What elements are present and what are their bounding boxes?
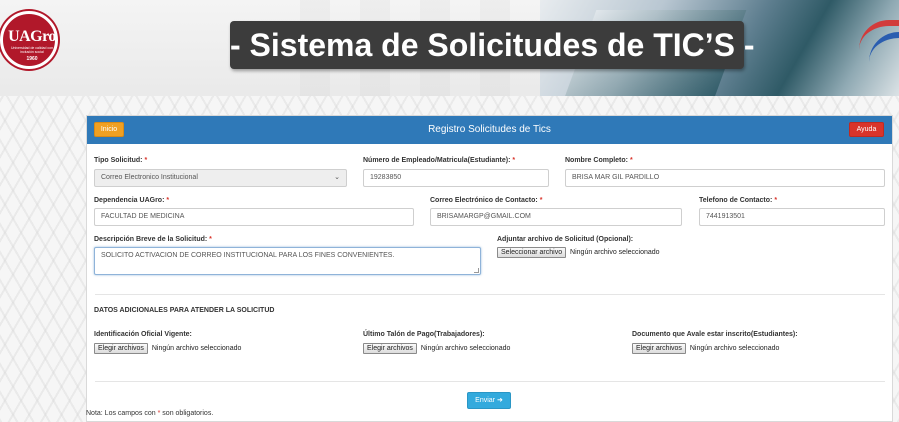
chevron-down-icon: ⌄ bbox=[334, 174, 340, 181]
inicio-button[interactable]: Inicio bbox=[94, 122, 124, 137]
documento-inscrito-label: Documento que Avale estar inscrito(Estud… bbox=[632, 331, 798, 338]
required-marker: * bbox=[539, 197, 543, 204]
numero-empleado-field[interactable]: 19283850 bbox=[363, 169, 549, 187]
enviar-button[interactable]: Enviar ➜ bbox=[467, 392, 511, 409]
logo-text: UAGro bbox=[8, 28, 56, 45]
descripcion-label: Descripción Breve de la Solicitud: * bbox=[94, 236, 212, 243]
required-marker: * bbox=[209, 236, 212, 243]
required-marker: * bbox=[144, 157, 148, 164]
nombre-completo-label: Nombre Completo: * bbox=[565, 157, 633, 164]
required-marker: * bbox=[629, 157, 633, 164]
arrow-right-icon: ➜ bbox=[496, 397, 503, 404]
nombre-completo-field[interactable]: BRISA MAR GIL PARDILLO bbox=[565, 169, 885, 187]
resize-grip-icon[interactable] bbox=[474, 268, 479, 273]
uagro-logo: UAGro Universidad de calidad con inclusi… bbox=[0, 11, 58, 69]
page-title: - Sistema de Solicitudes de TIC’S - bbox=[230, 21, 755, 69]
elegir-archivos-button[interactable]: Elegir archivos bbox=[363, 343, 417, 354]
file-status: Ningún archivo seleccionado bbox=[151, 345, 242, 352]
identificacion-file-input: Elegir archivos Ningún archivo seleccion… bbox=[94, 343, 241, 355]
file-status: Ningún archivo seleccionado bbox=[420, 345, 511, 352]
talon-pago-file-input: Elegir archivos Ningún archivo seleccion… bbox=[363, 343, 510, 355]
panel-title: Registro Solicitudes de Tics bbox=[428, 124, 551, 135]
descripcion-textarea[interactable]: SOLICITO ACTIVACION DE CORREO INSTITUCIO… bbox=[94, 247, 481, 275]
required-marker: * bbox=[157, 410, 161, 417]
tipo-solicitud-select[interactable]: Correo Electronico Institucional ⌄ bbox=[94, 169, 347, 187]
file-status: Ningún archivo seleccionado bbox=[570, 249, 660, 256]
elegir-archivos-button[interactable]: Elegir archivos bbox=[94, 343, 148, 354]
request-form-panel: Registro Solicitudes de Tics Inicio Ayud… bbox=[86, 115, 893, 422]
seleccionar-archivo-button[interactable]: Seleccionar archivo bbox=[497, 247, 567, 258]
required-fields-note: Nota: Los campos con * son obligatorios. bbox=[86, 410, 214, 417]
elegir-archivos-button[interactable]: Elegir archivos bbox=[632, 343, 686, 354]
file-status: Ningún archivo seleccionado bbox=[689, 345, 780, 352]
panel-header: Registro Solicitudes de Tics Inicio Ayud… bbox=[87, 116, 892, 144]
section-divider bbox=[95, 381, 885, 382]
header-banner: UAGro Universidad de calidad con inclusi… bbox=[0, 0, 899, 100]
tipo-solicitud-label: Tipo Solicitud: * bbox=[94, 157, 148, 164]
required-marker: * bbox=[166, 197, 170, 204]
logo-year: 1960 bbox=[26, 56, 38, 62]
adjunto-file-input: Seleccionar archivo Ningún archivo selec… bbox=[497, 247, 660, 259]
correo-contacto-label: Correo Electrónico de Contacto: * bbox=[430, 197, 543, 204]
numero-empleado-label: Número de Empleado/Matricula(Estudiante)… bbox=[363, 157, 516, 164]
correo-contacto-field[interactable]: BRISAMARGP@GMAIL.COM bbox=[430, 208, 682, 226]
section-divider bbox=[95, 294, 885, 295]
talon-pago-label: Último Talón de Pago(Trabajadores): bbox=[363, 331, 485, 338]
telefono-contacto-field[interactable]: 7441913501 bbox=[699, 208, 885, 226]
dependencia-field[interactable]: FACULTAD DE MEDICINA bbox=[94, 208, 414, 226]
adjunto-label: Adjuntar archivo de Solicitud (Opcional)… bbox=[497, 236, 634, 243]
logo-subtitle: Universidad de calidad con inclusión soc… bbox=[10, 46, 54, 54]
ayuda-button[interactable]: Ayuda bbox=[849, 122, 884, 137]
identificacion-label: Identificación Oficial Vigente: bbox=[94, 331, 192, 338]
dependencia-label: Dependencia UAGro: * bbox=[94, 197, 170, 204]
required-marker: * bbox=[774, 197, 778, 204]
additional-section-title: DATOS ADICIONALES PARA ATENDER LA SOLICI… bbox=[94, 307, 275, 314]
documento-inscrito-file-input: Elegir archivos Ningún archivo seleccion… bbox=[632, 343, 779, 355]
required-marker: * bbox=[512, 157, 516, 164]
telefono-contacto-label: Telefono de Contacto: * bbox=[699, 197, 778, 204]
